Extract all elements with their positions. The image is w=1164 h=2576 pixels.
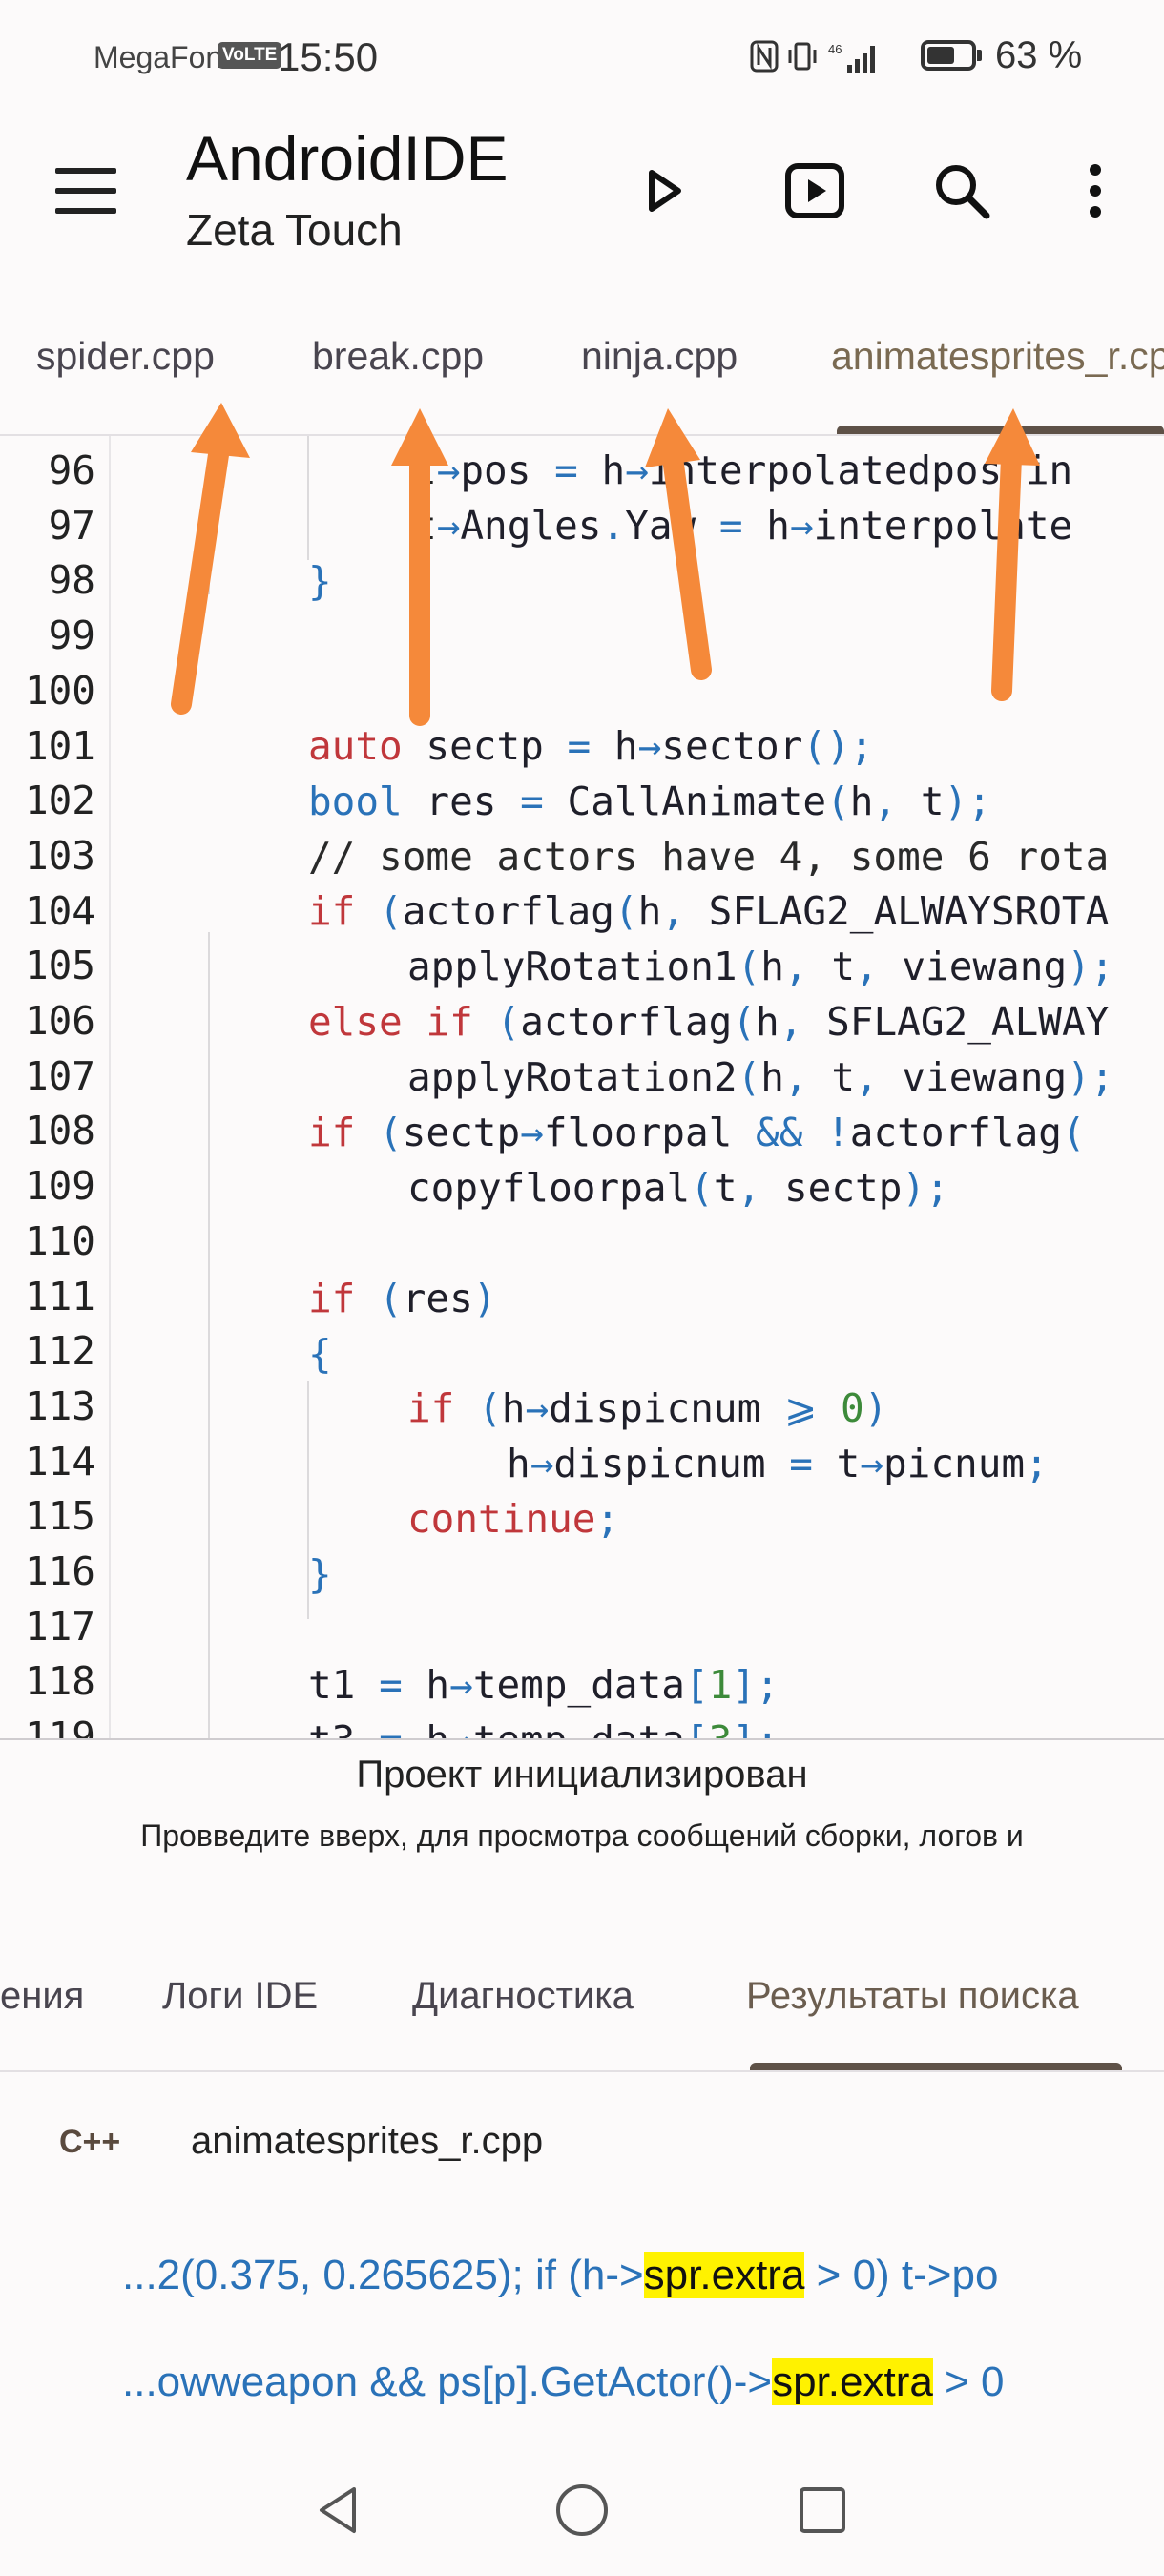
line-number: 109 (24, 1163, 95, 1210)
result-context: > 0) t->po (804, 2252, 999, 2298)
line-number: 115 (24, 1493, 95, 1540)
line-number: 112 (24, 1328, 95, 1375)
line-number: 108 (24, 1108, 95, 1154)
tab-search-results[interactable]: Результаты поиска (746, 1975, 1079, 2018)
search-result-line[interactable]: ...2(0.375, 0.265625); if (h->spr.extra … (122, 2252, 998, 2299)
code-line-109: copyfloorpal(t, sectp); (407, 1165, 949, 1211)
line-number: 111 (24, 1273, 95, 1319)
tab-diagnostics[interactable]: Диагностика (412, 1975, 634, 2018)
line-number: 101 (24, 722, 95, 769)
code-line-105: applyRotation1(h, t, viewang); (407, 944, 1114, 989)
line-number: 100 (24, 667, 95, 714)
code-line-104: if (actorflag(h, SFLAG2_ALWAYSROTA (308, 888, 1110, 934)
tab-ide-logs[interactable]: Логи IDE (162, 1975, 318, 2018)
search-result-file[interactable]: animatesprites_r.cpp (191, 2120, 543, 2163)
code-editor[interactable]: 96 97 98 99 100 101 102 103 104 105 106 107 108 109 11… (0, 436, 1164, 1739)
volte-badge: VoLTE (218, 42, 282, 69)
network-type: 46 (828, 42, 842, 56)
code-line-113: if (h→dispicnum ⩾ 0) (407, 1385, 888, 1431)
code-line-96: t→pos = h→interpolatedpos(in (413, 447, 1073, 493)
code-line-116: } (308, 1551, 332, 1597)
line-number: 113 (24, 1382, 95, 1429)
line-number: 119 (24, 1714, 95, 1739)
code-line-119: t3 = h→temp_data[3]; (308, 1717, 779, 1739)
project-name: Zeta Touch (186, 205, 403, 255)
more-vert-icon[interactable] (1057, 153, 1133, 229)
tab-animatesprites-cpp[interactable]: animatesprites_r.cpp (831, 334, 1164, 379)
line-number: 105 (24, 943, 95, 989)
line-number: 103 (24, 832, 95, 879)
search-match: spr.extra (643, 2252, 805, 2298)
build-status-title: Проект инициализирован (356, 1754, 808, 1796)
play-box-icon[interactable] (777, 153, 853, 229)
editor-divider (0, 1738, 1164, 1740)
line-number: 97 (48, 502, 95, 549)
indent-guide (307, 436, 309, 560)
cpp-file-icon: C++ (59, 2124, 121, 2160)
tab-spider-cpp[interactable]: spider.cpp (36, 334, 215, 379)
line-number: 118 (24, 1658, 95, 1705)
line-number: 107 (24, 1052, 95, 1099)
search-match: spr.extra (772, 2358, 933, 2405)
signal-icon: 46 (828, 42, 875, 73)
battery-tip (977, 50, 982, 61)
build-status-hint[interactable]: Провведите вверх, для просмотра сообщени… (0, 1818, 1164, 1854)
tab-divider (0, 2070, 1164, 2072)
code-line-102: bool res = CallAnimate(h, t); (308, 779, 991, 824)
code-line-114: h→dispicnum = t→picnum; (507, 1441, 1049, 1486)
active-tab-indicator (837, 426, 1164, 434)
code-line-112: { (308, 1331, 332, 1377)
tab-ninja-cpp[interactable]: ninja.cpp (581, 334, 738, 379)
search-icon[interactable] (924, 153, 1000, 229)
line-number: 96 (48, 447, 95, 493)
line-number: 114 (24, 1438, 95, 1485)
line-number: 102 (24, 778, 95, 824)
battery-percent: 63 % (995, 34, 1083, 76)
line-number: 117 (24, 1603, 95, 1650)
code-line-107: applyRotation2(h, t, viewang); (407, 1054, 1114, 1100)
gutter-divider (109, 436, 111, 1739)
code-line-98: } (308, 558, 332, 604)
search-result-line[interactable]: ...owweapon && ps[p].GetActor()->spr.ext… (122, 2358, 1004, 2406)
line-number: 98 (48, 557, 95, 604)
menu-icon[interactable] (55, 168, 116, 214)
tab-break-cpp[interactable]: break.cpp (312, 334, 484, 379)
code-line-115: continue; (407, 1496, 620, 1542)
clock: 15:50 (278, 34, 379, 79)
carrier-name: MegaFon (94, 40, 223, 74)
code-line-97: t→Angles.Yaw = h→interpolate (413, 503, 1073, 549)
line-number: 116 (24, 1548, 95, 1594)
result-context: > 0 (932, 2358, 1005, 2405)
recents-icon[interactable] (789, 2477, 856, 2544)
line-number: 110 (24, 1217, 95, 1264)
line-number: 106 (24, 998, 95, 1044)
code-line-103: // some actors have 4, some 6 rota (308, 834, 1110, 880)
code-line-101: auto sectp = h→sector(); (308, 723, 874, 769)
line-number: 104 (24, 887, 95, 934)
line-number: 99 (48, 613, 95, 659)
result-context: ...2(0.375, 0.265625); if (h-> (122, 2252, 644, 2298)
nfc-icon (750, 40, 779, 73)
app-title: AndroidIDE (186, 123, 509, 194)
back-icon[interactable] (305, 2477, 372, 2544)
code-line-106: else if (actorflag(h, SFLAG2_ALWAY (308, 999, 1110, 1045)
code-line-111: if (res) (308, 1276, 497, 1321)
code-line-118: t1 = h→temp_data[1]; (308, 1662, 779, 1708)
indent-guide (208, 436, 210, 594)
home-icon[interactable] (549, 2477, 615, 2544)
vibrate-icon (788, 42, 817, 71)
battery-icon (921, 40, 976, 71)
status-bar: MegaFon VoLTE 15:50 46 63 % (0, 0, 1164, 114)
code-line-108: if (sectp→floorpal && !actorflag( (308, 1110, 1086, 1155)
run-icon[interactable] (626, 153, 702, 229)
indent-guide (208, 932, 210, 1739)
status-icons: 46 (750, 40, 875, 73)
result-context: ...owweapon && ps[p].GetActor()-> (122, 2358, 773, 2405)
tab-build-output[interactable]: ения (0, 1975, 84, 2018)
